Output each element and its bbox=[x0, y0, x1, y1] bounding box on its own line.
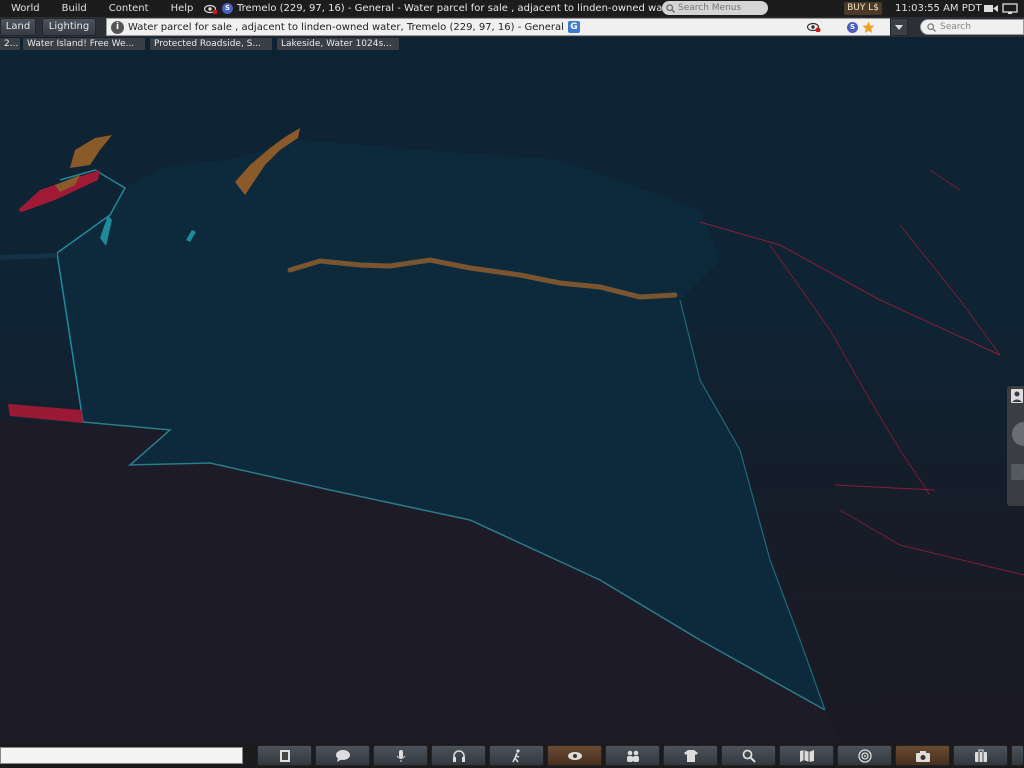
world-viewport[interactable] bbox=[0, 0, 1024, 768]
lighting-button[interactable]: Lighting bbox=[42, 18, 96, 36]
headphones-icon bbox=[452, 749, 465, 762]
people-button[interactable] bbox=[605, 745, 660, 766]
people-icon bbox=[626, 750, 639, 762]
minimap-button[interactable] bbox=[837, 745, 892, 766]
walk-icon bbox=[511, 748, 520, 762]
suitcase-icon bbox=[974, 749, 987, 762]
chat-input[interactable] bbox=[0, 747, 243, 764]
monitor-icon[interactable] bbox=[1002, 3, 1020, 14]
search-icon bbox=[927, 22, 936, 32]
favorite-item[interactable]: Water Island! Free We... bbox=[23, 38, 145, 50]
search-placeholder: Search bbox=[940, 22, 971, 32]
map-icon bbox=[799, 749, 814, 762]
camera-controls-panel[interactable] bbox=[1007, 386, 1024, 506]
media-icon[interactable] bbox=[983, 3, 999, 14]
location-title-text: Tremelo (229, 97, 16) - General - Water … bbox=[237, 3, 677, 14]
location-title: S Tremelo (229, 97, 16) - General - Wate… bbox=[204, 0, 677, 17]
menu-content[interactable]: Content bbox=[98, 0, 160, 17]
microphone-icon bbox=[396, 749, 405, 762]
map-button[interactable] bbox=[779, 745, 834, 766]
info-icon[interactable]: i bbox=[111, 20, 124, 34]
search-menus-input[interactable]: Search Menus bbox=[662, 1, 768, 15]
guidebook-icon bbox=[279, 749, 290, 762]
navigation-bar: Land Lighting i Water parcel for sale , … bbox=[0, 17, 1024, 37]
location-value: Water parcel for sale , adjacent to lind… bbox=[128, 21, 564, 33]
shore-strip bbox=[0, 253, 57, 260]
search-menus-placeholder: Search Menus bbox=[678, 3, 742, 13]
red-parcel-line-2 bbox=[769, 244, 931, 496]
favorite-star-icon[interactable] bbox=[862, 21, 875, 34]
chat-button[interactable] bbox=[315, 745, 370, 766]
clock: 11:03:55 AM PDT bbox=[895, 3, 982, 14]
destinations-button[interactable] bbox=[257, 745, 312, 766]
snapshot-button[interactable] bbox=[895, 745, 950, 766]
menu-help[interactable]: Help bbox=[160, 0, 205, 17]
favorite-item[interactable]: Protected Roadside, S... bbox=[150, 38, 272, 50]
shirt-icon bbox=[683, 749, 698, 762]
inventory-button[interactable] bbox=[953, 745, 1008, 766]
no-visibility-icon[interactable] bbox=[807, 22, 821, 32]
chat-bubble-icon bbox=[335, 749, 350, 762]
voice-button[interactable] bbox=[431, 745, 486, 766]
maturity-badge: G bbox=[567, 21, 580, 33]
red-strip-west bbox=[8, 404, 83, 423]
buy-currency-button[interactable]: BUY L$ bbox=[844, 2, 882, 15]
favorites-bar: 2... Water Island! Free We... Protected … bbox=[0, 37, 1024, 51]
chevron-down-icon bbox=[895, 25, 903, 30]
red-parcel-line-6 bbox=[929, 169, 961, 191]
red-strip-north bbox=[18, 170, 100, 212]
location-history-dropdown[interactable] bbox=[890, 18, 908, 36]
red-parcel-line-3 bbox=[834, 484, 936, 491]
menu-build[interactable]: Build bbox=[51, 0, 98, 17]
bottom-toolbar bbox=[0, 743, 1024, 768]
camera-icon bbox=[915, 750, 930, 762]
search-input[interactable]: Search bbox=[920, 19, 1024, 35]
favorite-item[interactable]: 2... bbox=[0, 38, 20, 50]
radar-icon bbox=[857, 748, 872, 763]
scripts-allowed-icon[interactable]: S bbox=[847, 22, 858, 33]
magnifier-icon bbox=[742, 749, 756, 763]
visibility-icon[interactable] bbox=[204, 4, 218, 14]
menu-world[interactable]: World bbox=[0, 0, 51, 17]
scene-render bbox=[0, 128, 1024, 743]
land-button[interactable]: Land bbox=[0, 18, 36, 36]
location-input[interactable]: i Water parcel for sale , adjacent to li… bbox=[106, 18, 908, 36]
search-icon bbox=[666, 3, 675, 13]
red-parcel-line-1 bbox=[699, 221, 1001, 356]
overflow-button[interactable] bbox=[1011, 745, 1024, 766]
speak-button[interactable] bbox=[373, 745, 428, 766]
script-badge-icon: S bbox=[222, 3, 233, 14]
camera-controls-graphic bbox=[1011, 389, 1024, 480]
eye-icon bbox=[567, 751, 582, 760]
orange-strip-1 bbox=[70, 135, 112, 168]
search-button[interactable] bbox=[721, 745, 776, 766]
favorite-item[interactable]: Lakeside, Water 1024s... bbox=[277, 38, 399, 50]
red-parcel-line-5 bbox=[899, 224, 1001, 356]
move-button[interactable] bbox=[489, 745, 544, 766]
appearance-button[interactable] bbox=[663, 745, 718, 766]
red-parcel-line-4 bbox=[839, 509, 1024, 576]
view-button[interactable] bbox=[547, 745, 602, 766]
